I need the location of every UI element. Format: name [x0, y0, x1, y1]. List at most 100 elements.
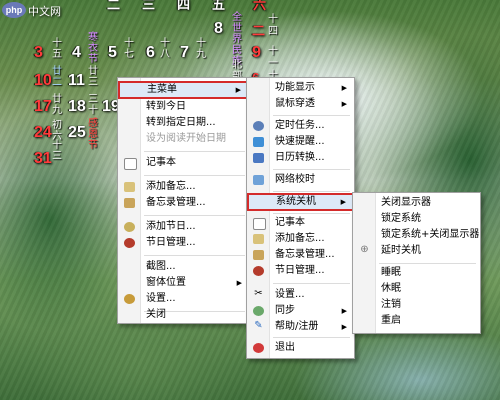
menu-item-turn-off-monitor[interactable]: 关闭显示器 [354, 196, 479, 210]
menu-item-settings[interactable]: 设置... [119, 292, 248, 306]
menu-item-set-read-start: 设为阅读开始日期 [146, 133, 226, 144]
calendar-day[interactable]: 11 [68, 72, 85, 90]
submenu-arrow-icon: ▶ [341, 323, 347, 331]
festival-manage-icon [124, 238, 135, 248]
submenu-arrow-icon: ▶ [235, 86, 241, 94]
calendar-convert-icon [253, 153, 264, 163]
calendar-day[interactable]: 5 [108, 44, 117, 62]
timer-task-icon [253, 121, 264, 131]
calendar-lunar: 十八 [160, 38, 170, 60]
menu-item-festival-manage[interactable]: 节日管理... [119, 236, 248, 250]
menu-item-add-festival[interactable]: 添加节日... [119, 220, 248, 234]
calendar-lunar: 三十 [88, 94, 98, 116]
calendar-top-5: 六 [253, 0, 267, 12]
menu-item-close[interactable]: 关闭 [119, 308, 248, 322]
calendar-day[interactable]: 24 [34, 124, 52, 142]
settings-icon [124, 294, 135, 304]
menu-item-network-time[interactable]: 网络校时 [248, 173, 353, 187]
menu-item-help-register[interactable]: ✎ 帮助/注册 ▶ [248, 320, 353, 334]
calendar-lunar: 廿二 [52, 66, 62, 88]
menu-item-screenshot[interactable]: 截图... [119, 260, 248, 274]
exit-icon [253, 343, 264, 353]
watermark: php 中文网 [2, 2, 61, 20]
menu-item-hibernate[interactable]: 休眠 [354, 282, 479, 296]
menu-item-calendar-convert[interactable]: 日历转换... [248, 151, 353, 165]
calendar-lunar: 十七 [124, 38, 134, 60]
calendar-day[interactable]: 8 [214, 20, 223, 38]
menu-item-settings[interactable]: ✂ 设置... [248, 288, 353, 302]
menu-item-goto-date[interactable]: 转到指定日期... [119, 116, 248, 130]
sub-context-menu: 功能显示 ▶ 鼠标穿透 ▶ 定时任务... 快速提醒... 日历转换... 网络校时… [246, 77, 355, 359]
calendar-top-2: 三 [142, 0, 156, 12]
clock-icon: ⊕ [360, 244, 369, 255]
notebook-icon [124, 158, 137, 170]
submenu-arrow-icon: ▶ [341, 100, 347, 108]
calendar-day[interactable]: 3 [34, 44, 43, 62]
menu-item-timer-task[interactable]: 定时任务... [248, 119, 353, 133]
calendar-day[interactable]: 6 [146, 44, 155, 62]
main-context-menu: 主菜单 ▶ 转到今日 转到指定日期... 设为阅读开始日期 记事本 添加备忘...… [117, 77, 250, 324]
menu-item-notebook[interactable]: 记事本 [248, 216, 353, 230]
menu-item-memo-manage[interactable]: 备忘录管理... [248, 248, 353, 262]
menu-item-delayed-shutdown[interactable]: ⊕ 延时关机 [354, 244, 479, 258]
calendar-top-3: 四 [177, 0, 191, 12]
menu-item-goto-today[interactable]: 转到今日 [119, 100, 248, 114]
calendar-top-1: 二 [107, 0, 121, 12]
menu-item-feature-display[interactable]: 功能显示 ▶ [248, 81, 353, 95]
menu-item-add-memo[interactable]: 添加备忘... [248, 232, 353, 246]
calendar-lunar: 十三 [52, 140, 62, 162]
submenu-arrow-icon: ▶ [340, 198, 346, 206]
calendar-day[interactable]: 31 [34, 150, 52, 168]
menu-item-quick-remind[interactable]: 快速提醒... [248, 135, 353, 149]
menu-item-sleep[interactable]: 睡眠 [354, 266, 479, 280]
settings-icon: ✂ [254, 288, 263, 299]
calendar-lunar: 十 [268, 46, 278, 57]
menu-item-mouse-passthrough[interactable]: 鼠标穿透 ▶ [248, 97, 353, 111]
festival-manage-icon [253, 266, 264, 276]
calendar-lunar: 四 [268, 26, 278, 37]
calendar-lunar: 十 [268, 14, 278, 25]
add-memo-icon [253, 234, 264, 244]
submenu-arrow-icon: ▶ [341, 307, 347, 315]
menu-item-main-menu[interactable]: 主菜单 ▶ [118, 81, 249, 99]
calendar-lunar: 寒衣节 [88, 32, 98, 65]
calendar-day[interactable]: 17 [34, 98, 52, 116]
calendar-lunar: 廿九 [52, 94, 62, 116]
calendar-day[interactable]: 18 [68, 98, 86, 116]
calendar-day[interactable]: 10 [34, 72, 52, 90]
memo-manage-icon [253, 250, 264, 260]
shutdown-submenu: 关闭显示器 锁定系统 锁定系统+关闭显示器 ⊕ 延时关机 睡眠 休眠 注销 重启 [352, 192, 481, 334]
quick-remind-icon [253, 137, 264, 147]
menu-item-memo-manage[interactable]: 备忘录管理... [119, 196, 248, 210]
menu-item-exit[interactable]: 退出 [248, 341, 353, 355]
menu-item-lock-system[interactable]: 锁定系统 [354, 212, 479, 226]
calendar-day[interactable]: 7 [180, 44, 189, 62]
calendar-top-4: 五 [212, 0, 226, 12]
menu-item-lock-and-monitor-off[interactable]: 锁定系统+关闭显示器 [354, 228, 479, 242]
memo-manage-icon [124, 198, 135, 208]
submenu-arrow-icon: ▶ [341, 84, 347, 92]
menu-item-logoff[interactable]: 注销 [354, 298, 479, 312]
menu-item-sync[interactable]: 同步 ▶ [248, 304, 353, 318]
menu-item-restart[interactable]: 重启 [354, 314, 479, 328]
calendar-side-event: 全世界民族 [232, 12, 242, 67]
menu-item-system-shutdown[interactable]: 系统关机 ▶ [247, 193, 354, 211]
watermark-text: 中文网 [28, 5, 61, 18]
calendar-lunar: 十五 [52, 38, 62, 60]
sync-icon [253, 306, 264, 316]
calendar-lunar: 十九 [196, 38, 206, 60]
menu-item-window-position[interactable]: 窗体位置 ▶ [119, 276, 248, 290]
calendar-lunar: 一 [268, 58, 278, 69]
add-memo-icon [124, 182, 135, 192]
calendar-right-top: 二 [252, 23, 266, 38]
menu-item-add-memo[interactable]: 添加备忘... [119, 180, 248, 194]
menu-item-notebook[interactable]: 记事本 [119, 156, 248, 170]
calendar-day[interactable]: 9 [252, 44, 261, 62]
calendar-day[interactable]: 25 [68, 124, 86, 142]
menu-item-festival-manage[interactable]: 节日管理... [248, 264, 353, 278]
calendar-lunar: 感恩节 [88, 118, 98, 151]
submenu-arrow-icon: ▶ [236, 279, 242, 287]
network-time-icon [253, 175, 264, 185]
calendar-lunar: 初六 [52, 120, 62, 142]
calendar-day[interactable]: 4 [72, 44, 81, 62]
